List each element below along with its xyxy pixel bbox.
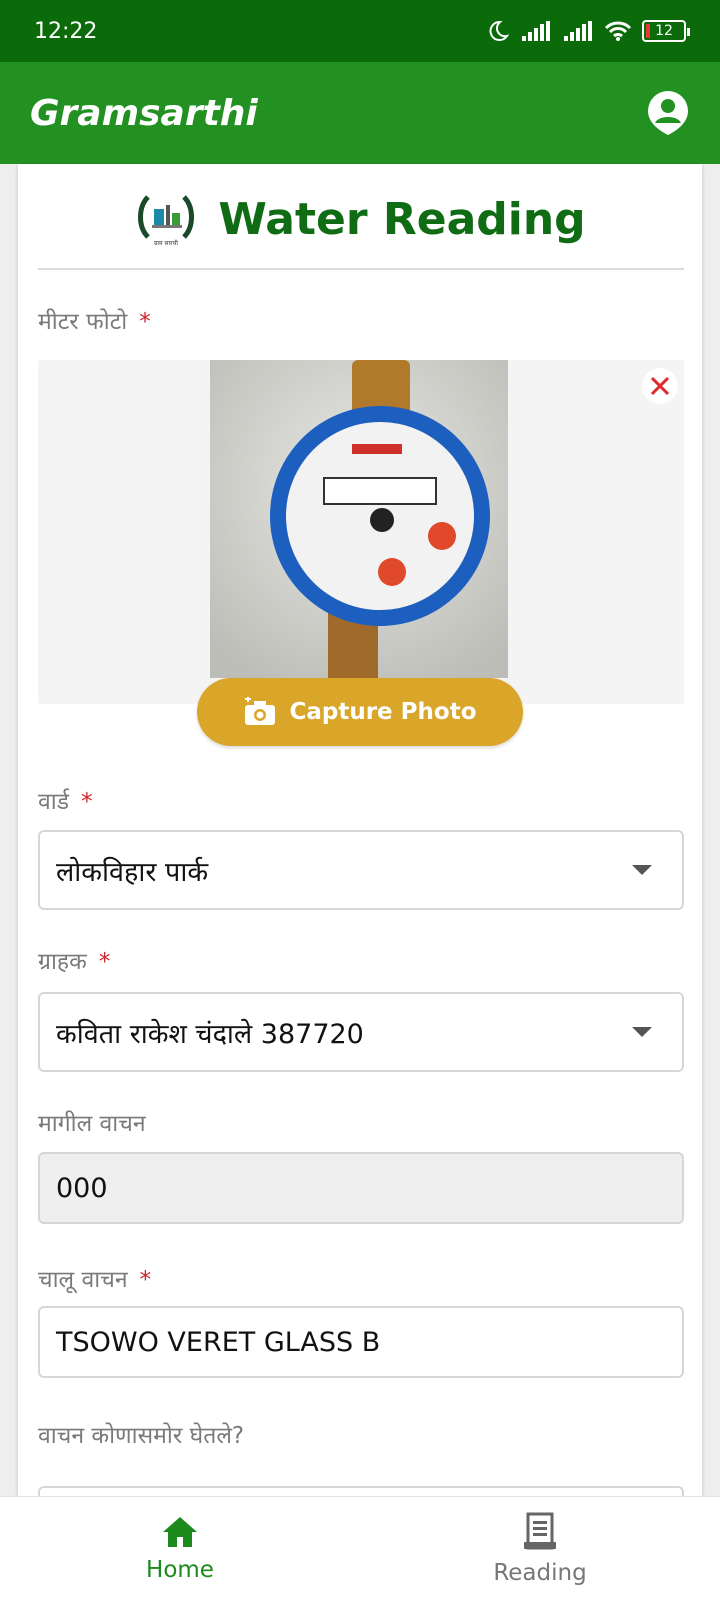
divider bbox=[38, 268, 684, 270]
required-marker: * bbox=[139, 309, 151, 335]
customer-label: ग्राहक * bbox=[38, 944, 110, 976]
status-bar: 12:22 12 bbox=[0, 0, 720, 62]
page-header: ग्राम सारथी Water Reading bbox=[18, 186, 702, 252]
previous-reading-value: 000 bbox=[56, 1172, 108, 1204]
status-icons: 12 bbox=[486, 19, 690, 43]
camera-add-icon bbox=[245, 697, 276, 725]
app-title: Gramsarthi bbox=[30, 92, 258, 134]
battery-icon: 12 bbox=[642, 20, 690, 42]
customer-label-text: ग्राहक bbox=[38, 949, 87, 975]
close-icon bbox=[650, 376, 670, 396]
battery-level: 12 bbox=[655, 23, 673, 39]
required-marker: * bbox=[98, 949, 111, 975]
required-marker: * bbox=[81, 789, 93, 815]
ward-value: लोकविहार पार्क bbox=[56, 856, 209, 888]
capture-photo-label: Capture Photo bbox=[289, 699, 477, 725]
customer-value: कविता राकेश चंदाले 387720 bbox=[56, 1018, 364, 1050]
nav-home-label: Home bbox=[146, 1556, 214, 1583]
current-reading-label: चालू वाचन * bbox=[38, 1262, 151, 1294]
bottom-nav: Home Reading bbox=[0, 1496, 720, 1600]
customer-select[interactable]: कविता राकेश चंदाले 387720 bbox=[38, 992, 684, 1072]
taken-in-front-of-label-text: वाचन कोणासमोर घेतले? bbox=[38, 1423, 245, 1449]
page-title: Water Reading bbox=[218, 193, 586, 245]
taken-in-front-of-label: वाचन कोणासमोर घेतले? bbox=[38, 1418, 244, 1450]
nav-reading-label: Reading bbox=[493, 1559, 587, 1586]
previous-reading-label: मागील वाचन bbox=[38, 1106, 146, 1138]
ward-select[interactable]: लोकविहार पार्क bbox=[38, 830, 684, 910]
current-reading-input[interactable]: TSOWO VERET GLASS B bbox=[38, 1306, 684, 1378]
required-marker: * bbox=[139, 1267, 152, 1293]
remove-photo-button[interactable] bbox=[642, 368, 678, 404]
previous-reading-label-text: मागील वाचन bbox=[38, 1111, 146, 1137]
home-icon bbox=[163, 1516, 197, 1547]
status-time: 12:22 bbox=[34, 18, 98, 44]
meter-photo-box bbox=[38, 360, 684, 704]
meter-photo-label: मीटर फोटो * bbox=[38, 304, 151, 336]
ward-label-text: वार्ड bbox=[38, 789, 70, 815]
water-reading-form: ग्राम सारथी Water Reading मीटर फोटो * Ca… bbox=[18, 164, 702, 1506]
chevron-down-icon bbox=[632, 1027, 652, 1037]
gramsarthi-logo: ग्राम सारथी bbox=[138, 195, 195, 247]
nav-home[interactable]: Home bbox=[0, 1497, 360, 1600]
meter-photo bbox=[210, 360, 508, 678]
previous-reading-field: 000 bbox=[38, 1152, 684, 1224]
nav-reading[interactable]: Reading bbox=[360, 1497, 720, 1600]
logo-caption: ग्राम सारथी bbox=[154, 239, 178, 247]
signal-icon-2 bbox=[564, 21, 592, 41]
current-reading-value: TSOWO VERET GLASS B bbox=[56, 1326, 381, 1358]
ward-label: वार्ड * bbox=[38, 784, 93, 816]
account-icon[interactable] bbox=[646, 89, 690, 137]
receipt-icon bbox=[524, 1512, 556, 1549]
moon-icon bbox=[489, 20, 510, 41]
meter-photo-label-text: मीटर फोटो bbox=[38, 309, 128, 335]
current-reading-label-text: चालू वाचन bbox=[38, 1267, 128, 1293]
wifi-icon bbox=[604, 21, 632, 41]
chevron-down-icon bbox=[632, 865, 652, 875]
app-bar: Gramsarthi bbox=[0, 62, 720, 164]
signal-icon bbox=[522, 21, 550, 41]
capture-photo-button[interactable]: Capture Photo bbox=[197, 678, 523, 746]
